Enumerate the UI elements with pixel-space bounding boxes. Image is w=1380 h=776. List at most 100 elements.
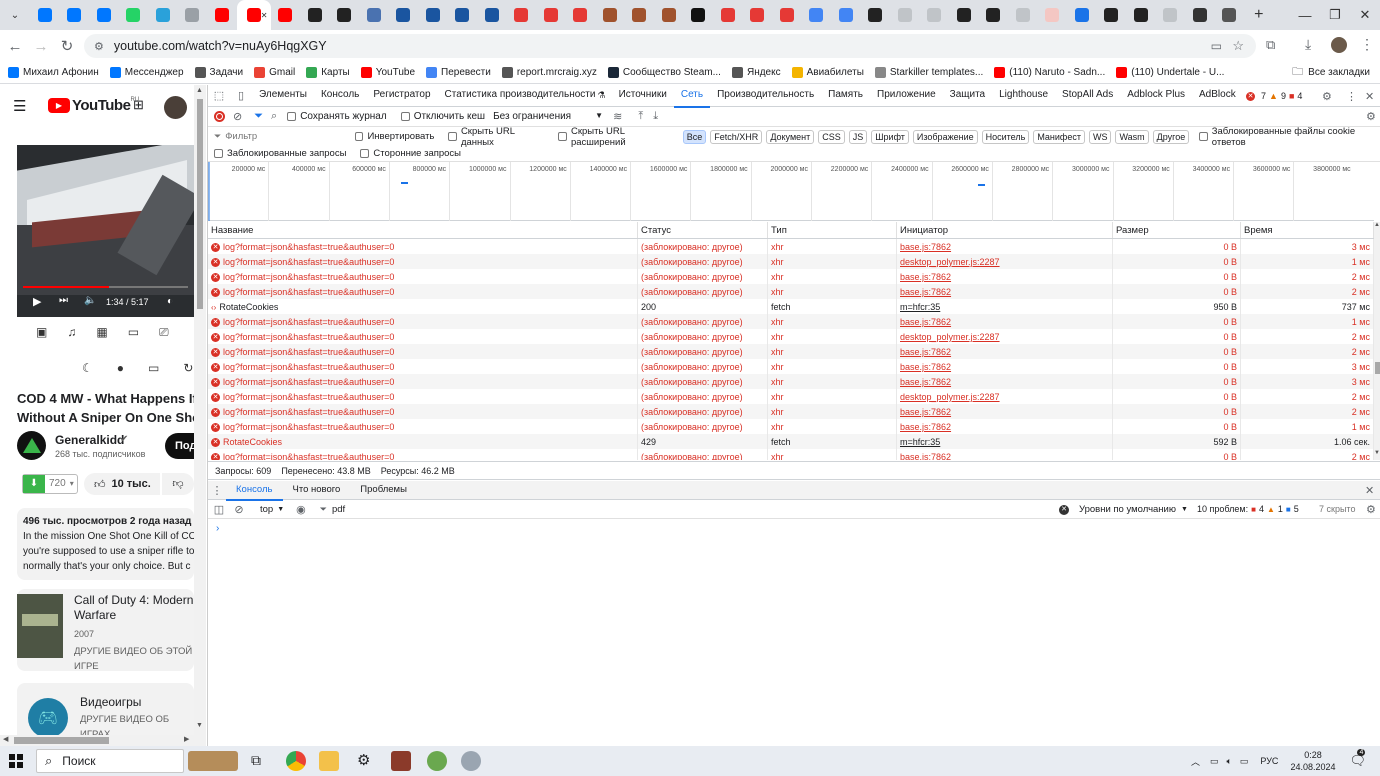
invert-checkbox[interactable] bbox=[354, 132, 364, 141]
table-scroll-down-icon[interactable]: ▼ bbox=[1374, 450, 1380, 456]
browser-tab[interactable] bbox=[1156, 0, 1186, 30]
browser-tab[interactable] bbox=[566, 0, 596, 30]
cell-initiator-text[interactable]: base.js:7862 bbox=[900, 407, 951, 417]
image-icon[interactable]: ▦ bbox=[96, 325, 107, 340]
devtools-tab[interactable]: Lighthouse bbox=[992, 84, 1055, 108]
cast-icon[interactable]: ▭ bbox=[1211, 39, 1222, 53]
profile-avatar[interactable] bbox=[1331, 37, 1347, 53]
resource-type-chip[interactable]: Изображение bbox=[912, 129, 978, 144]
devtools-tab[interactable]: Приложение bbox=[870, 84, 943, 108]
resource-type-chip[interactable]: Носитель bbox=[981, 129, 1030, 144]
console-clear-icon[interactable]: ⊘ bbox=[230, 503, 248, 516]
devtools-tab[interactable]: Производительность bbox=[710, 84, 821, 108]
browser-tab[interactable] bbox=[1038, 0, 1068, 30]
table-row[interactable]: ✕ log?format=json&hasfast=true&authuser=0… bbox=[208, 359, 1374, 374]
browser-tab[interactable] bbox=[1185, 0, 1215, 30]
console-sidebar-icon[interactable]: ◫ bbox=[208, 503, 230, 516]
throttle-select[interactable]: Без ограничения ▼ bbox=[493, 111, 603, 122]
browser-tab[interactable] bbox=[536, 0, 566, 30]
minimize-icon[interactable]: — bbox=[1290, 0, 1320, 30]
browser-tab[interactable] bbox=[802, 0, 832, 30]
browser-tab[interactable] bbox=[654, 0, 684, 30]
all-bookmarks[interactable]: 🗀 Все закладки bbox=[1292, 63, 1370, 82]
language-indicator[interactable]: РУС bbox=[1260, 756, 1278, 766]
subtitles-icon[interactable]: ▭ bbox=[128, 325, 139, 340]
browser-tab[interactable] bbox=[448, 0, 478, 30]
browser-tab[interactable] bbox=[949, 0, 979, 30]
scroll-down-arrow-icon[interactable]: ▼ bbox=[196, 722, 203, 729]
screenshot-icon[interactable]: ⎚ bbox=[159, 325, 169, 340]
log-levels-select[interactable]: Уровни по умолчанию ▼ bbox=[1079, 500, 1188, 519]
table-row[interactable]: ✕ log?format=json&hasfast=true&authuser=0… bbox=[208, 269, 1374, 284]
cell-initiator-text[interactable]: m=hfcr:35 bbox=[900, 302, 940, 312]
channel-avatar[interactable] bbox=[17, 431, 46, 460]
third-party-checkbox[interactable] bbox=[360, 149, 370, 158]
table-scroll-up-icon[interactable]: ▲ bbox=[1374, 222, 1380, 228]
resource-type-chip[interactable]: Шрифт bbox=[871, 129, 909, 144]
resource-type-chip[interactable]: Документ bbox=[766, 129, 815, 144]
browser-tab[interactable] bbox=[890, 0, 920, 30]
bookmark-item[interactable]: Яндекс bbox=[731, 67, 781, 78]
cell-initiator-text[interactable]: base.js:7862 bbox=[900, 422, 951, 432]
miniplayer-icon[interactable]: ▭ bbox=[148, 361, 159, 375]
close-tab-icon[interactable]: ✕ bbox=[261, 11, 268, 20]
network-icon[interactable]: ▭ bbox=[1210, 756, 1219, 767]
cell-initiator-text[interactable]: base.js:7862 bbox=[900, 287, 951, 297]
chrome-taskbar-icon[interactable] bbox=[286, 751, 306, 771]
close-window-icon[interactable]: ✕ bbox=[1350, 0, 1380, 30]
table-row[interactable]: ✕ log?format=json&hasfast=true&authuser=0… bbox=[208, 254, 1374, 269]
browser-tab[interactable] bbox=[979, 0, 1009, 30]
cell-initiator-text[interactable]: desktop_polymer.js:2287 bbox=[900, 257, 1000, 267]
devtools-tab[interactable]: Защита bbox=[943, 84, 992, 108]
browser-tab[interactable] bbox=[207, 0, 237, 30]
clear-icon[interactable]: ⊘ bbox=[233, 110, 242, 123]
cell-initiator-text[interactable]: base.js:7862 bbox=[900, 347, 951, 357]
resource-type-chip[interactable]: Манифест bbox=[1033, 129, 1085, 144]
browser-tab[interactable] bbox=[507, 0, 537, 30]
devtools-tab[interactable]: Память bbox=[821, 84, 870, 108]
forward-button[interactable]: → bbox=[28, 33, 54, 59]
inspect-element-icon[interactable]: ⬚ bbox=[208, 89, 230, 102]
game-card[interactable]: Call of Duty 4: Modern Warfare 2007 ДРУГ… bbox=[17, 589, 194, 672]
bookmark-item[interactable]: Starkiller templates... bbox=[874, 67, 983, 78]
cell-initiator-text[interactable]: m=hfcr:35 bbox=[900, 437, 940, 447]
cell-initiator-text[interactable]: base.js:7862 bbox=[900, 242, 951, 252]
reload-button[interactable]: ↻ bbox=[54, 33, 80, 59]
table-row[interactable]: ✕ log?format=json&hasfast=true&authuser=0… bbox=[208, 314, 1374, 329]
search-icon[interactable]: ⌕ bbox=[271, 110, 277, 123]
browser-tab[interactable] bbox=[1008, 0, 1038, 30]
browser-tab[interactable] bbox=[861, 0, 891, 30]
console-settings-icon[interactable]: ⚙ bbox=[1366, 503, 1376, 516]
column-header-type[interactable]: Тип bbox=[768, 222, 897, 238]
resource-type-chip[interactable]: Fetch/XHR bbox=[710, 129, 763, 144]
devtools-tab[interactable]: Статистика производительности bbox=[438, 84, 603, 108]
bookmark-item[interactable]: report.mrcraig.xyz bbox=[501, 67, 597, 78]
cell-initiator-text[interactable]: desktop_polymer.js:2287 bbox=[900, 332, 1000, 342]
bookmark-item[interactable]: (110) Undertale - U... bbox=[1116, 67, 1224, 78]
clock[interactable]: 0:28 24.08.2024 bbox=[1290, 749, 1335, 773]
browser-tab[interactable] bbox=[89, 0, 119, 30]
browser-tab[interactable] bbox=[1067, 0, 1097, 30]
video-player[interactable]: ▶ ⏭ 🔈 1:34 / 5:17 ◐ bbox=[17, 145, 194, 317]
console-filter-input[interactable]: ⏷ pdf bbox=[320, 504, 1020, 515]
windows-start-icon[interactable] bbox=[9, 754, 23, 768]
devtools-tab[interactable]: Консоль bbox=[314, 84, 366, 108]
browser-tab[interactable] bbox=[271, 0, 301, 30]
scroll-right-arrow-icon[interactable]: ▶ bbox=[184, 735, 189, 743]
volume-icon[interactable]: 🔈 bbox=[84, 295, 96, 306]
drawer-close-icon[interactable]: ✕ bbox=[1365, 484, 1374, 497]
bookmark-item[interactable]: YouTube bbox=[360, 67, 415, 78]
network-settings-icon[interactable]: ⚙ bbox=[1366, 110, 1376, 123]
blocked-cookies-checkbox[interactable] bbox=[1199, 132, 1208, 141]
table-scrollbar[interactable]: ▲ ▼ bbox=[1374, 222, 1380, 460]
bookmark-item[interactable]: Карты bbox=[306, 67, 350, 78]
browser-tab[interactable] bbox=[625, 0, 655, 30]
menu-kebab-icon[interactable]: ⋮ bbox=[1360, 36, 1374, 53]
resource-type-chip[interactable]: Все bbox=[682, 129, 707, 144]
drawer-tab[interactable]: Что нового bbox=[283, 480, 351, 501]
record-icon[interactable] bbox=[214, 111, 225, 122]
browser-tab[interactable] bbox=[595, 0, 625, 30]
tray-overflow-icon[interactable]: ︿ bbox=[1191, 755, 1200, 768]
resource-type-chip[interactable]: CSS bbox=[818, 129, 845, 144]
error-badges[interactable]: ✕ 7 ▲ 9 ■ 4 bbox=[1246, 85, 1302, 107]
